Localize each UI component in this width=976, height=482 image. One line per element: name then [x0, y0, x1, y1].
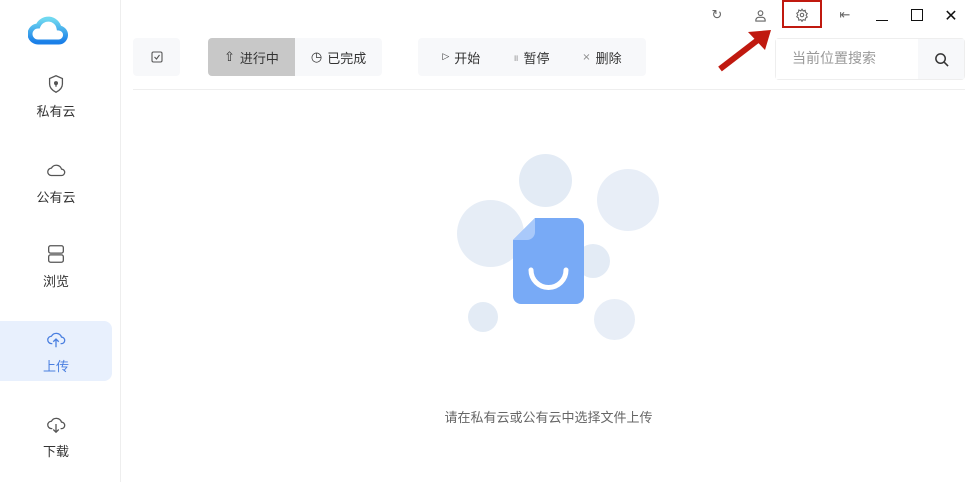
- empty-message: 请在私有云或公有云中选择文件上传: [444, 411, 653, 426]
- search-box: [775, 38, 965, 80]
- cloud-icon: [47, 164, 66, 176]
- app-logo-icon: [28, 16, 68, 45]
- close-icon[interactable]: ✕: [940, 4, 962, 26]
- sidebar-item-label: 公有云: [36, 190, 76, 206]
- sidebar-item-private-cloud[interactable]: 私有云: [0, 66, 112, 126]
- clock-icon: ◷: [310, 49, 323, 65]
- upload-icon: ⇧: [224, 49, 235, 65]
- delete-label: 删除: [595, 51, 622, 67]
- sidebar-item-upload[interactable]: 上传: [0, 321, 112, 381]
- collapse-icon[interactable]: ⇤: [834, 4, 856, 26]
- start-button[interactable]: ▷ 开始: [438, 38, 484, 76]
- sidebar-item-public-cloud[interactable]: 公有云: [0, 152, 112, 212]
- annotation-arrow-icon: [718, 30, 771, 72]
- sidebar-item-label: 上传: [42, 359, 69, 375]
- gear-icon[interactable]: [791, 4, 813, 26]
- sidebar-item-label: 私有云: [36, 104, 76, 120]
- document-icon: [513, 218, 584, 304]
- user-icon[interactable]: [749, 4, 771, 26]
- delete-button[interactable]: × 删除: [578, 38, 625, 76]
- x-icon: ×: [582, 51, 591, 63]
- cloud-upload-icon: [47, 332, 66, 347]
- tab-label: 已完成: [327, 51, 367, 67]
- sidebar-item-label: 下载: [42, 444, 69, 460]
- sidebar-item-label: 浏览: [42, 274, 69, 290]
- status-tabs: ⇧ 进行中 ◷ 已完成: [208, 38, 383, 76]
- pause-button[interactable]: ॥ 暂停: [509, 38, 553, 76]
- search-input[interactable]: [776, 39, 918, 79]
- select-all-checkbox[interactable]: [133, 38, 180, 76]
- start-label: 开始: [454, 51, 481, 67]
- pause-label: 暂停: [523, 51, 550, 67]
- pause-icon: ॥: [513, 53, 519, 64]
- tab-completed[interactable]: ◷ 已完成: [295, 38, 382, 76]
- refresh-icon[interactable]: ↻: [706, 4, 728, 26]
- divider: [133, 89, 965, 90]
- sidebar-item-browse[interactable]: 浏览: [0, 236, 112, 296]
- play-icon: ▷: [442, 52, 450, 62]
- search-button[interactable]: [918, 39, 964, 79]
- browse-icon: [48, 244, 64, 263]
- tab-label: 进行中: [239, 51, 279, 67]
- action-group: ▷ 开始 ॥ 暂停 × 删除: [418, 38, 646, 76]
- maximize-icon[interactable]: [906, 4, 928, 26]
- minimize-icon[interactable]: [871, 4, 893, 26]
- shield-icon: [48, 74, 64, 93]
- search-icon: [934, 52, 949, 67]
- tab-in-progress[interactable]: ⇧ 进行中: [208, 38, 295, 76]
